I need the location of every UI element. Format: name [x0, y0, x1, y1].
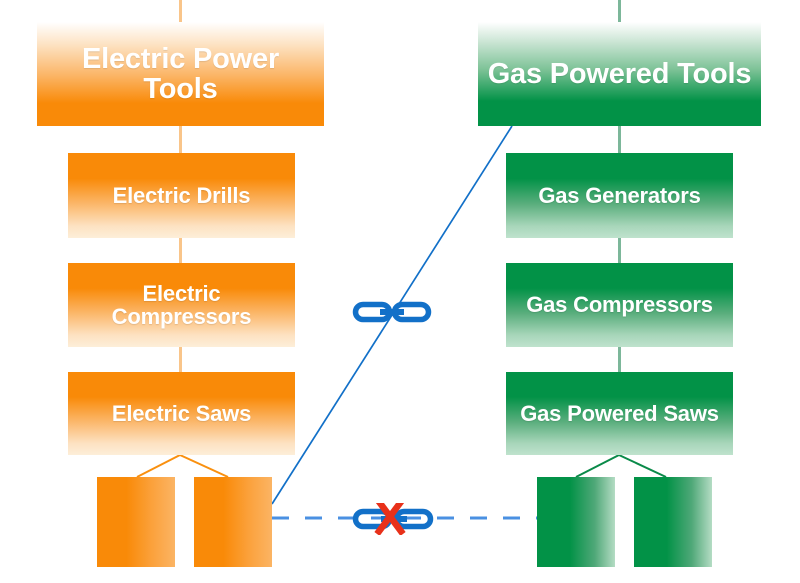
node-label: Gas Powered Tools — [487, 57, 752, 90]
node-electric-drills[interactable]: Electric Drills — [68, 153, 295, 238]
node-electric-compressors[interactable]: Electric Compressors — [68, 263, 295, 347]
chain-link-icon — [352, 301, 432, 323]
node-gas-leaf-1[interactable] — [537, 477, 615, 567]
chain-link-lower[interactable] — [352, 503, 442, 535]
gas-leaf-connectors — [575, 454, 667, 478]
node-gas-powered-saws[interactable]: Gas Powered Saws — [506, 372, 733, 455]
chain-link-broken-icon — [352, 503, 434, 535]
node-label: Gas Powered Saws — [520, 400, 719, 426]
node-label: Electric Compressors — [111, 280, 252, 329]
node-label: Electric Saws — [111, 400, 252, 426]
node-gas-compressors[interactable]: Gas Compressors — [506, 263, 733, 347]
node-gas-leaf-2[interactable] — [634, 477, 712, 567]
connector-gas-leaf-2 — [618, 454, 667, 478]
connector-electric-leaf-1 — [136, 454, 181, 478]
node-electric-leaf-2[interactable] — [194, 477, 272, 567]
node-electric-saws[interactable]: Electric Saws — [68, 372, 295, 455]
node-label: Electric Drills — [112, 182, 251, 208]
node-label: Electric Power Tools — [81, 42, 280, 105]
node-label: Gas Generators — [538, 182, 701, 208]
node-label: Gas Compressors — [526, 292, 713, 318]
electric-leaf-connectors — [136, 454, 229, 478]
connector-gas-leaf-1 — [575, 454, 620, 478]
node-gas-generators[interactable]: Gas Generators — [506, 153, 733, 238]
node-electric-power-tools[interactable]: Electric Power Tools — [37, 22, 324, 126]
connector-electric-leaf-2 — [179, 454, 229, 478]
chain-link-upper[interactable] — [352, 297, 432, 327]
diagram-title: Electric Power Tools vs Gas Powered Tool… — [0, 21, 1, 22]
node-electric-leaf-1[interactable] — [97, 477, 175, 567]
diagram-canvas: Electric Power Tools vs Gas Powered Tool… — [0, 0, 800, 583]
node-gas-powered-tools[interactable]: Gas Powered Tools — [478, 22, 761, 126]
